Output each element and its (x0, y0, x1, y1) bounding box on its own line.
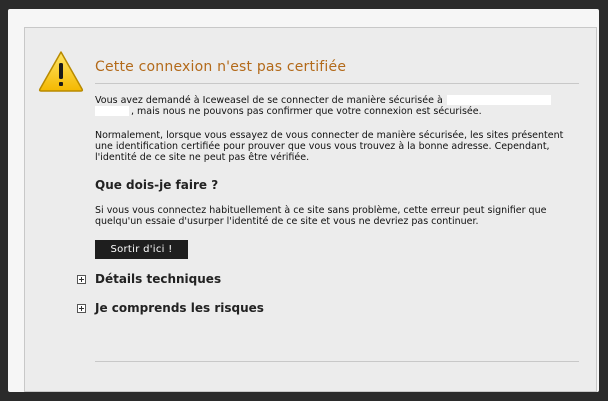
redacted-hostname-cont (95, 106, 129, 116)
explanation-text: Normalement, lorsque vous essayez de vou… (95, 130, 564, 163)
redacted-hostname (446, 95, 551, 105)
intro-text-start: Vous avez demandé à Iceweasel de se conn… (95, 95, 443, 106)
intro-text: Vous avez demandé à Iceweasel de se conn… (95, 95, 581, 117)
page-title: Cette connexion n'est pas certifiée (95, 59, 347, 75)
what-to-do-text: Si vous vous connectez habituellement à … (95, 205, 547, 227)
expand-plus-icon (77, 303, 86, 313)
warning-icon (38, 51, 84, 92)
understand-risks-expander[interactable]: Je comprends les risques (77, 301, 264, 315)
error-panel: Cette connexion n'est pas certifiée Vous… (24, 27, 597, 392)
bottom-divider (95, 361, 579, 362)
understand-risks-label: Je comprends les risques (95, 301, 264, 315)
what-to-do-heading: Que dois-je faire ? (95, 178, 219, 192)
expand-plus-icon (77, 274, 86, 284)
get-me-out-button[interactable]: Sortir d'ici ! (95, 240, 188, 259)
technical-details-expander[interactable]: Détails techniques (77, 272, 221, 286)
title-divider (95, 83, 579, 84)
page-frame: Cette connexion n'est pas certifiée Vous… (8, 9, 599, 392)
intro-text-end: , mais nous ne pouvons pas confirmer que… (131, 106, 482, 117)
technical-details-label: Détails techniques (95, 272, 222, 286)
